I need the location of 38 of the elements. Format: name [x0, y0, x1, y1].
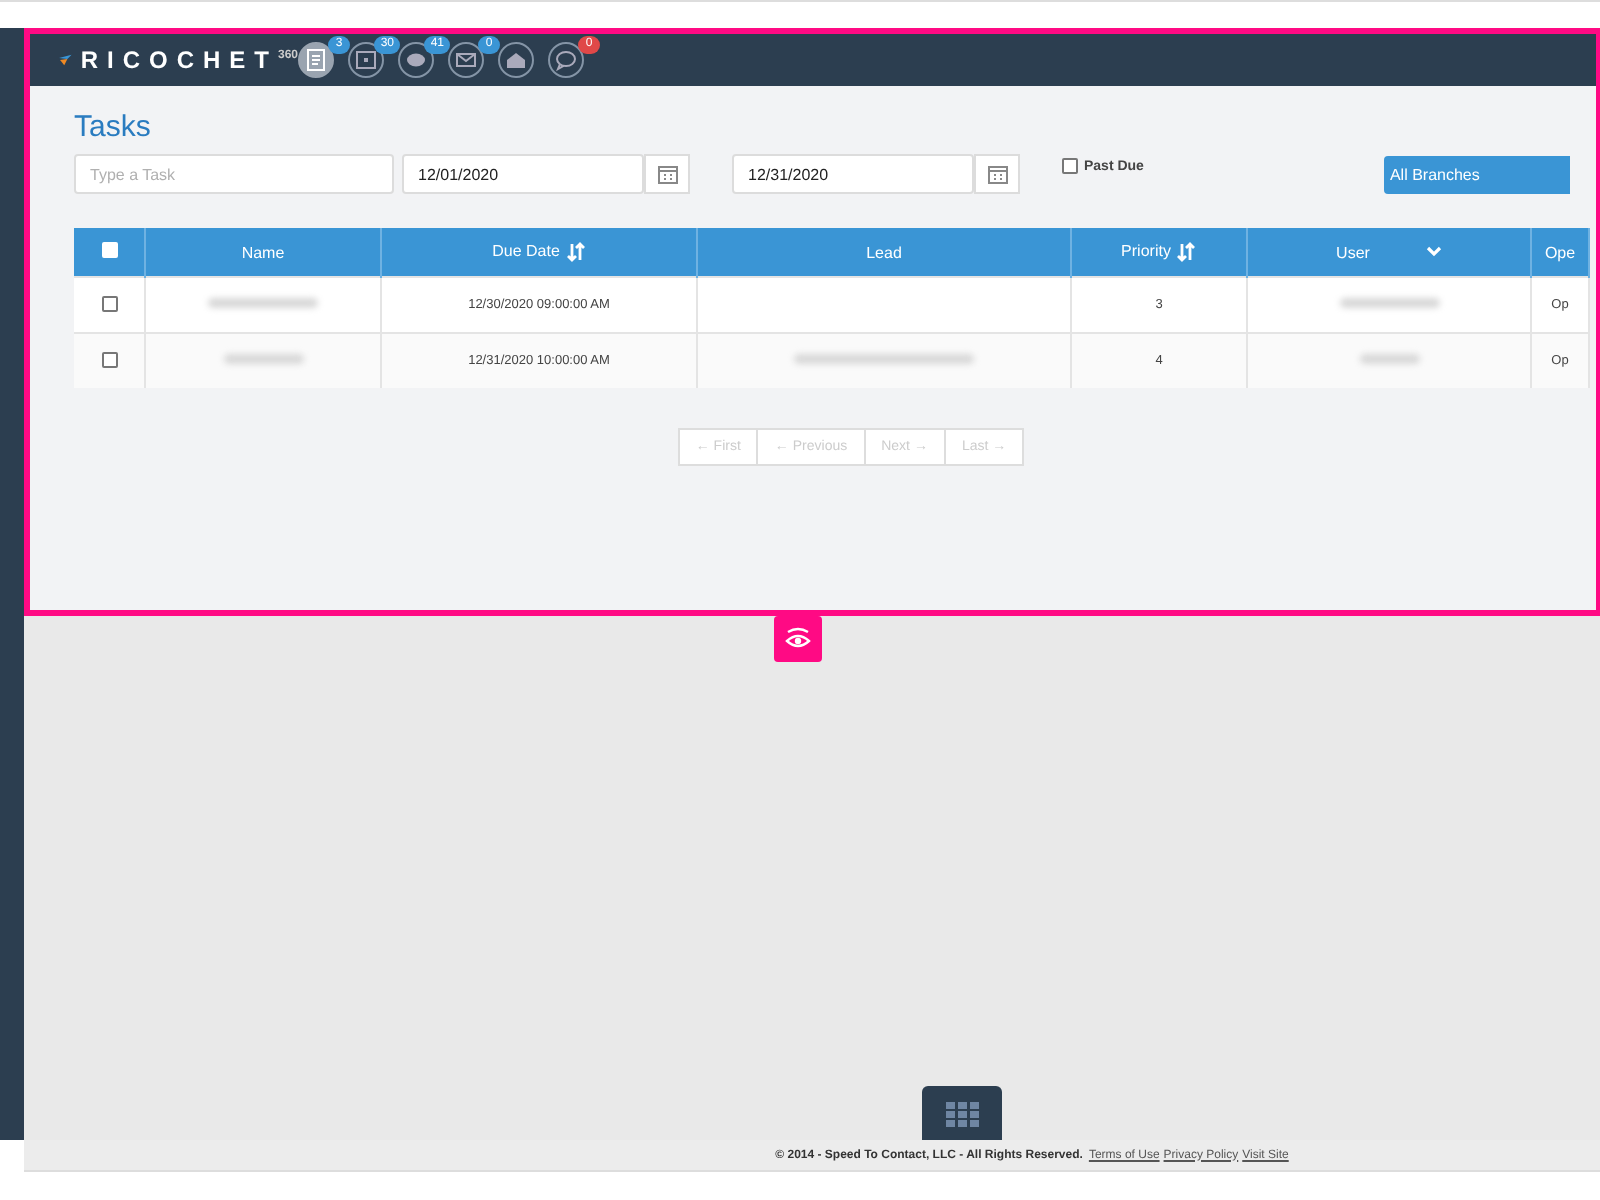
- row-checkbox[interactable]: [101, 351, 117, 367]
- column-label: Ope: [1544, 243, 1576, 261]
- sort-icon[interactable]: [1176, 242, 1197, 262]
- sort-icon[interactable]: [565, 242, 586, 262]
- blurred-text: [1339, 298, 1439, 308]
- grid-icon: [944, 1099, 980, 1128]
- column-header[interactable]: Due Date: [381, 228, 697, 277]
- column-label: User: [1336, 243, 1370, 261]
- task-search-field[interactable]: Type a Task: [74, 154, 394, 194]
- column-header[interactable]: Lead: [697, 228, 1071, 277]
- calendar-button[interactable]: [974, 154, 1020, 194]
- end-date-field[interactable]: 12/31/2020: [732, 154, 974, 194]
- eye-button[interactable]: [774, 615, 822, 662]
- column-label: Priority: [1121, 242, 1171, 261]
- branch-select[interactable]: All Branches: [1383, 155, 1570, 193]
- past-due-checkbox[interactable]: [1062, 158, 1078, 174]
- blurred-text: [208, 298, 318, 308]
- eye-icon: [784, 626, 812, 651]
- notification-button[interactable]: [298, 42, 334, 78]
- calendar-icon: [657, 164, 677, 184]
- blurred-text: [1359, 354, 1419, 364]
- page-title: Tasks: [74, 110, 153, 144]
- column-header[interactable]: Priority: [1071, 228, 1247, 277]
- row-checkbox[interactable]: [101, 295, 117, 311]
- column-label: Name: [241, 243, 285, 261]
- column-header[interactable]: Name: [145, 228, 381, 277]
- apps-button[interactable]: [922, 1086, 1002, 1141]
- select-all-checkbox[interactable]: [101, 242, 117, 258]
- column-header[interactable]: User: [1247, 228, 1531, 277]
- column-label: Due Date: [492, 242, 560, 261]
- chevron-down-icon[interactable]: [1425, 246, 1442, 259]
- blurred-text: [223, 354, 303, 364]
- start-date-field[interactable]: 12/01/2020: [402, 154, 644, 194]
- calendar-icon: [987, 164, 1007, 184]
- calendar-button[interactable]: [644, 154, 690, 194]
- column-header[interactable]: Ope: [1531, 228, 1589, 277]
- notification-button[interactable]: [498, 42, 534, 78]
- column-label: Lead: [866, 243, 902, 261]
